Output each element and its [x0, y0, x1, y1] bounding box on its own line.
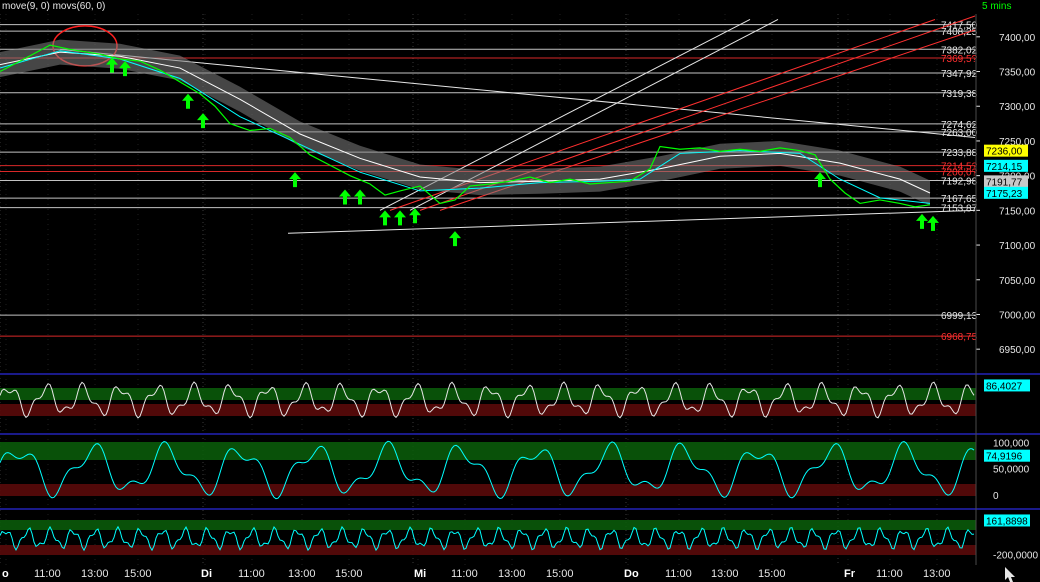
- oscillator-axis-label: 100,000: [993, 439, 1030, 450]
- time-axis: o 11:00 13:00 15:00 Di 11:00 13:00 15:00 Mi 11:00…: [2, 568, 951, 580]
- buy-arrow-icon: [379, 210, 391, 225]
- oscillators: 86,4027 100,000 50,0000 0 74,9196 -200,0000 16…: [0, 374, 1040, 561]
- oscillator-current-label: 161,8898: [986, 516, 1028, 527]
- current-value-label: 7175,23: [986, 189, 1023, 200]
- buy-arrow-icon: [814, 172, 826, 187]
- buy-arrow-icon: [354, 190, 366, 205]
- buy-arrow-icon: [197, 113, 209, 128]
- time-label: 15:00: [758, 568, 786, 580]
- price-level-label: 7369,5?: [941, 54, 978, 65]
- time-label: 13:00: [498, 568, 526, 580]
- buy-arrow-icon: [289, 172, 301, 187]
- oscillator-axis-label: 0: [993, 491, 999, 502]
- day-label: Mi: [414, 568, 426, 580]
- axis-tick-label: 7400,00: [999, 33, 1036, 44]
- buy-arrow-icon: [182, 94, 194, 109]
- buy-arrow-icon: [339, 190, 351, 205]
- current-value-label: 7191,77: [986, 177, 1023, 188]
- oscillator-axis-label: -200,0000: [993, 550, 1038, 561]
- axis-tick-label: 7000,00: [999, 310, 1036, 321]
- axis-tick-label: 7100,00: [999, 241, 1036, 252]
- axis-tick-label: 7050,00: [999, 276, 1036, 287]
- buy-arrow-icon: [409, 208, 421, 223]
- grid: [0, 14, 937, 565]
- price-level-label: 7192,98: [941, 177, 978, 188]
- time-label: 13:00: [923, 568, 951, 580]
- chart-title: move(9, 0) movs(60, 0): [2, 1, 105, 12]
- oscillator-current-label: 86,4027: [986, 381, 1023, 392]
- day-label: Di: [201, 568, 212, 580]
- buy-arrow-icon: [449, 231, 461, 246]
- axis-tick-label: 7300,00: [999, 102, 1036, 113]
- time-label: 11:00: [876, 568, 903, 580]
- oversold-zone: [0, 545, 976, 555]
- time-label: 11:00: [34, 568, 61, 580]
- time-label: 15:00: [335, 568, 363, 580]
- time-label: 11:00: [238, 568, 265, 580]
- time-label: 11:00: [451, 568, 478, 580]
- current-markers: 7236,00 7214,15 7191,777175,23: [984, 145, 1028, 200]
- trend-lines: [53, 16, 975, 233]
- time-label: 13:00: [288, 568, 316, 580]
- buy-arrow-icon: [916, 214, 928, 229]
- oversold-zone: [0, 484, 976, 496]
- oscillator-axis-label: 50,0000: [993, 465, 1030, 476]
- oversold-zone: [0, 404, 976, 416]
- chart-area: 7417,507408,257382,027369,5?7347,927319,…: [0, 0, 1040, 582]
- day-label: Do: [624, 568, 639, 580]
- time-label: 13:00: [711, 568, 739, 580]
- axis-tick-label: 7350,00: [999, 68, 1036, 79]
- oscillator-current-label: 74,9196: [986, 452, 1023, 463]
- price-level-label: 7153,87: [941, 204, 978, 215]
- current-value-label: 7214,15: [986, 162, 1023, 173]
- current-value-label: 7236,00: [986, 147, 1023, 158]
- day-label: Fr: [844, 568, 856, 580]
- arrow-icon[interactable]: [1005, 567, 1015, 582]
- price-level-label: 7233,88: [941, 148, 978, 159]
- time-label: 15:00: [124, 568, 152, 580]
- time-label: 15:00: [546, 568, 574, 580]
- price-level-label: 7347,92: [941, 69, 978, 80]
- trend-line: [288, 210, 975, 233]
- time-label: 11:00: [665, 568, 692, 580]
- price-level-label: 7319,38: [941, 89, 978, 100]
- price-axis: 7400,007350,007300,007250,007200,007150,…: [976, 14, 1036, 565]
- time-label: 13:00: [81, 568, 109, 580]
- day-label: o: [2, 568, 9, 580]
- price-level-label: 7408,25: [941, 27, 978, 38]
- axis-tick-label: 6950,00: [999, 345, 1036, 356]
- overbought-zone: [0, 520, 976, 530]
- buy-arrow-icon: [394, 210, 406, 225]
- axis-tick-label: 7150,00: [999, 206, 1036, 217]
- buy-arrow-icon: [927, 216, 939, 231]
- price-level-label: 6999,13: [941, 311, 978, 322]
- price-level-label: 6968,75: [941, 332, 978, 343]
- chart-subtitle: 5 mins: [982, 1, 1011, 12]
